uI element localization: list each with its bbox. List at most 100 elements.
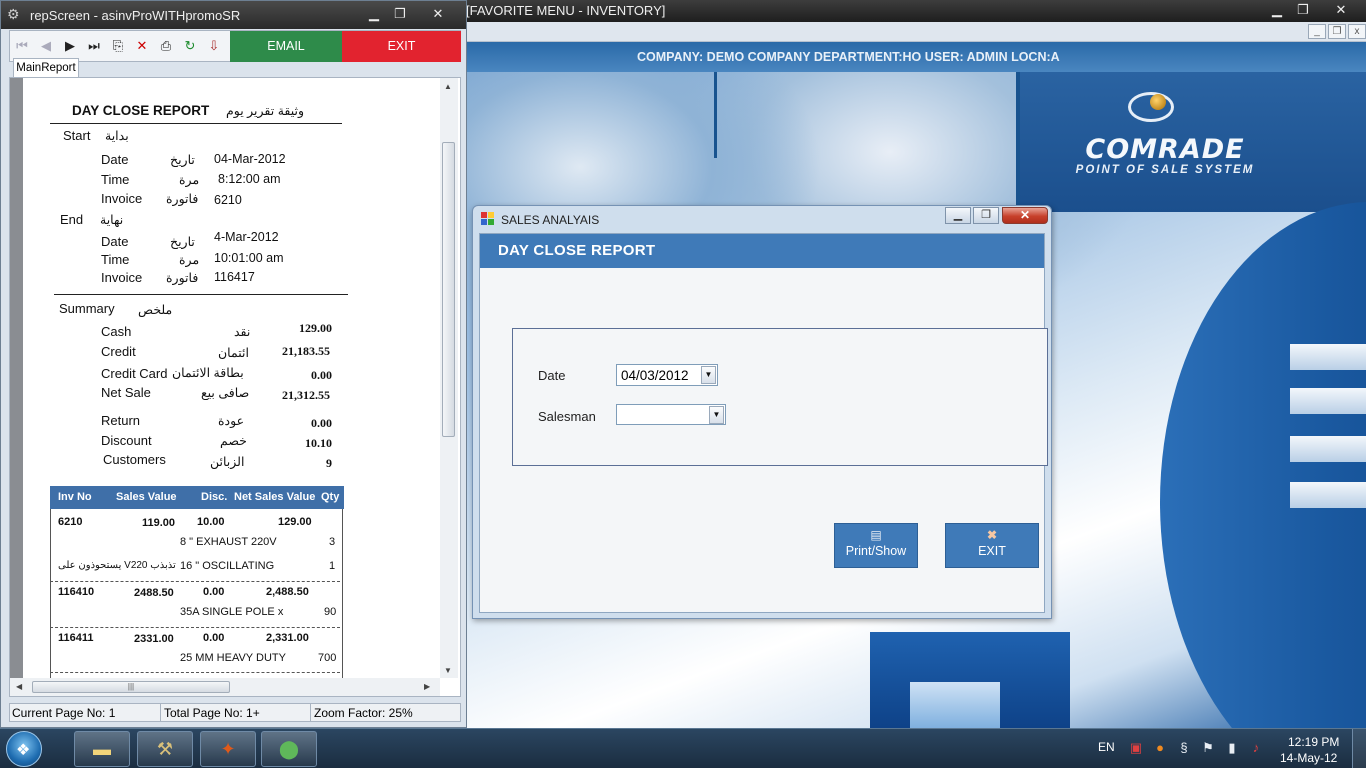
explorer-taskbar-button[interactable]: ▬ (74, 731, 130, 767)
show-desktop-button[interactable] (1352, 729, 1366, 768)
report-window-title: repScreen - asinvProWITHpromoSR (30, 8, 241, 23)
scroll-thumb[interactable] (442, 142, 455, 437)
clock-time[interactable]: 12:19 PM (1288, 735, 1339, 749)
main-window-title: [FAVORITE MENU - INVENTORY] (466, 3, 666, 18)
exit-button[interactable]: EXIT (342, 31, 461, 62)
app-icon (481, 212, 494, 225)
cash-label: Cash (101, 324, 132, 339)
network-icon[interactable]: ▮ (1224, 740, 1240, 756)
tools-taskbar-button[interactable]: ⚒ (137, 731, 193, 767)
cash-value: 129.00 (299, 321, 332, 335)
scroll-thumb[interactable]: ||| (32, 681, 230, 693)
stop-icon[interactable]: ✕ (132, 36, 152, 56)
menu-strip: _ ❐ x (460, 22, 1366, 42)
minimize-button[interactable]: ▁ (1264, 1, 1290, 19)
row-sales: 2331.00 (134, 633, 174, 645)
mdi-restore-button[interactable]: ❐ (1328, 24, 1346, 39)
email-button[interactable]: EMAIL (230, 31, 342, 62)
goto-page-icon[interactable]: ⎘ (108, 36, 128, 56)
divider (50, 123, 342, 124)
previous-page-icon[interactable]: ◀ (36, 36, 56, 56)
discount-label-arabic: خصم (220, 434, 247, 448)
mdi-minimize-button[interactable]: _ (1308, 24, 1326, 39)
alert-icon[interactable]: ● (1152, 740, 1168, 756)
maximize-button[interactable]: ❐ (387, 5, 413, 23)
vertical-scrollbar[interactable]: ▲ ▼ (440, 78, 458, 678)
last-page-icon[interactable]: ⏭ (84, 36, 104, 56)
end-date-value: 4-Mar-2012 (214, 230, 279, 244)
dialog-maximize-button[interactable]: ❐ (973, 207, 999, 224)
scroll-right-icon[interactable]: ▶ (424, 682, 430, 691)
credit-label: Credit (101, 344, 136, 359)
close-button[interactable]: ✕ (1328, 1, 1354, 19)
credit-card-label: Credit Card (101, 366, 168, 381)
page-margin (10, 78, 23, 678)
print-show-button[interactable]: ▤ Print/Show (834, 523, 918, 568)
export-icon[interactable]: ⇩ (204, 36, 224, 56)
dialog-titlebar: SALES ANALYAIS ▁ ❐ ✕ (473, 206, 1051, 232)
item-qty: 90 (324, 606, 337, 618)
dialog-minimize-button[interactable]: ▁ (945, 207, 971, 224)
end-date-label: Date (101, 234, 129, 249)
clock-date[interactable]: 14-May-12 (1280, 751, 1337, 765)
mdi-close-button[interactable]: x (1348, 24, 1366, 39)
row-sales: 2488.50 (134, 587, 174, 599)
language-indicator[interactable]: EN (1098, 740, 1115, 754)
chevron-down-icon[interactable]: ▼ (709, 406, 724, 424)
sync-icon[interactable]: § (1176, 740, 1192, 756)
return-label-arabic: عودة (218, 414, 245, 428)
decorative-curve (1160, 202, 1366, 728)
start-invoice-label-arabic: فاتورة (166, 192, 199, 206)
item-desc: 35A SINGLE POLE x (180, 606, 284, 618)
summary-label-arabic: ملخص (138, 303, 173, 317)
scroll-left-icon[interactable]: ◀ (16, 682, 22, 691)
first-page-icon[interactable]: ⏮ (12, 36, 32, 56)
item-desc: 25 MM HEAVY DUTY (180, 652, 286, 664)
scroll-up-icon[interactable]: ▲ (444, 82, 452, 91)
app-taskbar-button[interactable]: ✦ (200, 731, 256, 767)
col-qty: Qty (321, 491, 340, 503)
globe-logo-icon (1150, 94, 1166, 110)
volume-muted-icon[interactable]: ♪ (1248, 740, 1264, 756)
exit-button[interactable]: ✖ EXIT (945, 523, 1039, 568)
start-button[interactable]: ❖ (6, 731, 42, 767)
tools-icon: ⚒ (156, 739, 174, 759)
tab-main-report[interactable]: MainReport (13, 58, 79, 78)
flag-icon[interactable]: ⚑ (1200, 740, 1216, 756)
company-header: COMPANY: DEMO COMPANY DEPARTMENT:HO USER… (460, 42, 1366, 72)
refresh-icon[interactable]: ↻ (180, 36, 200, 56)
start-invoice-label: Invoice (101, 191, 143, 206)
maximize-button[interactable]: ❐ (1290, 1, 1316, 19)
salesman-select[interactable]: ▼ (616, 404, 726, 425)
company-info: COMPANY: DEMO COMPANY DEPARTMENT:HO USER… (637, 50, 1060, 64)
next-page-icon[interactable]: ▶ (60, 36, 80, 56)
app-icon: ✦ (220, 739, 236, 759)
row-divider (50, 627, 340, 628)
invoice-grid-header: Inv No Sales Value Disc. Net Sales Value… (50, 486, 344, 509)
dialog-header: DAY CLOSE REPORT (480, 234, 1044, 268)
item-desc-arabic: يستحوذون على Vتذبذب 220 (58, 560, 176, 571)
report-title-arabic: وثيقة تقرير يوم (226, 104, 305, 118)
minimize-button[interactable]: ▁ (361, 5, 387, 23)
printer-icon[interactable]: ⎙ (156, 36, 176, 56)
close-button[interactable]: ✕ (425, 5, 451, 23)
tray-app-icon[interactable]: ▣ (1128, 740, 1144, 756)
pos-taskbar-button[interactable]: ⬤ (261, 731, 317, 767)
chevron-down-icon[interactable]: ▼ (701, 366, 716, 384)
item-desc: 8 " EXHAUST 220V (180, 536, 277, 548)
end-label-arabic: نهاية (100, 213, 124, 227)
customers-label: Customers (103, 452, 166, 467)
end-time-label-arabic: مرة (179, 253, 200, 267)
scroll-down-icon[interactable]: ▼ (444, 666, 452, 675)
dialog-heading: DAY CLOSE REPORT (498, 242, 656, 259)
row-disc: 0.00 (203, 586, 225, 598)
col-net-sales-value: Net Sales Value (234, 491, 316, 503)
dialog-close-button[interactable]: ✕ (1002, 207, 1048, 224)
date-picker[interactable]: 04/03/2012 ▼ (616, 364, 718, 386)
credit-label-arabic: ائتمان (218, 346, 249, 360)
print-show-label: Print/Show (845, 544, 907, 558)
zoom-status: Zoom Factor: 25% (314, 706, 413, 720)
start-invoice-value: 6210 (214, 193, 242, 207)
credit-card-value: 0.00 (311, 368, 332, 382)
horizontal-scrollbar[interactable]: ◀ ||| ▶ (10, 678, 440, 696)
